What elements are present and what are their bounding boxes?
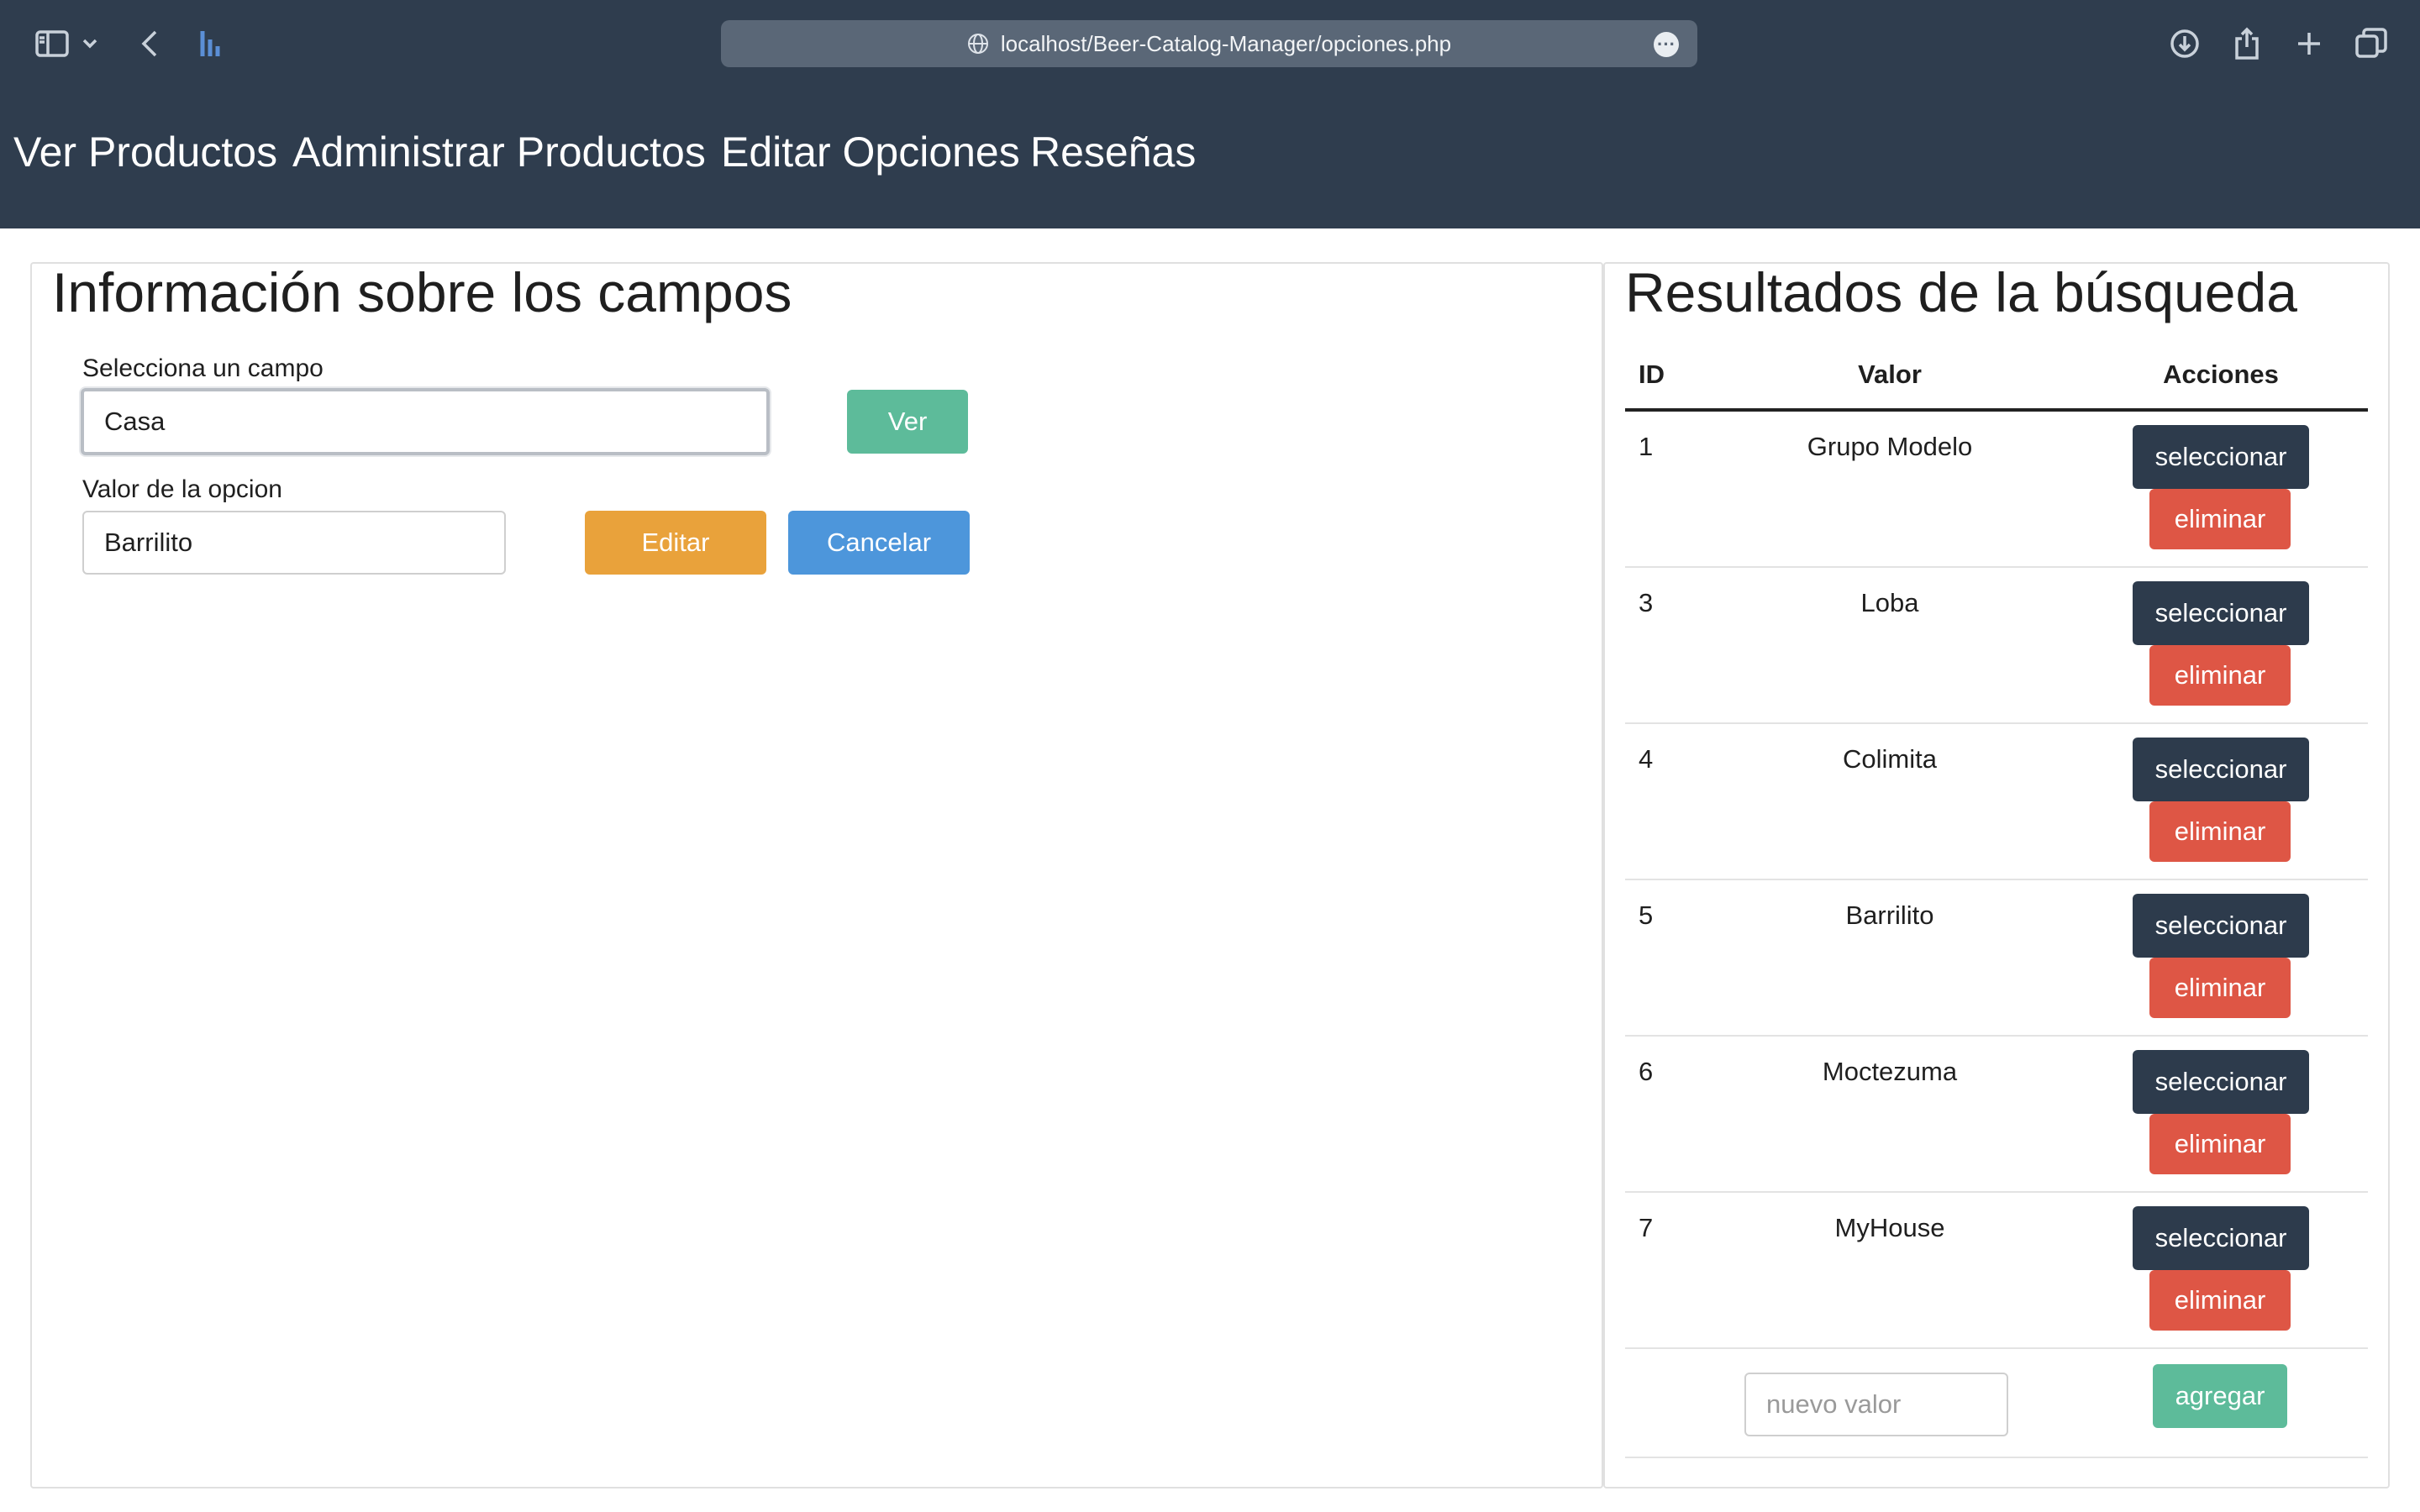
nav-resenas[interactable]: Reseñas <box>1030 128 1196 176</box>
site-navbar: Ver Productos Administrar Productos Edit… <box>0 87 2420 228</box>
tabs-overview-icon[interactable] <box>2353 25 2390 62</box>
delete-button[interactable]: eliminar <box>2149 958 2291 1018</box>
url-text: localhost/Beer-Catalog-Manager/opciones.… <box>1000 30 1452 56</box>
select-button[interactable]: seleccionar <box>2133 1050 2309 1114</box>
edit-button[interactable]: Editar <box>585 511 766 575</box>
add-row: nuevo valor agregar <box>1625 1349 2368 1458</box>
select-button[interactable]: seleccionar <box>2133 894 2309 958</box>
option-value-label: Valor de la opcion <box>82 475 282 503</box>
row-id: 6 <box>1639 1057 1654 1086</box>
fields-info-title: Información sobre los campos <box>52 261 792 323</box>
ver-button[interactable]: Ver <box>847 390 968 454</box>
row-id: 7 <box>1639 1213 1654 1242</box>
nav-editar-opciones[interactable]: Editar Opciones <box>721 128 1020 176</box>
delete-button[interactable]: eliminar <box>2149 1270 2291 1331</box>
field-select[interactable]: Casa <box>81 388 770 455</box>
select-button[interactable]: seleccionar <box>2133 425 2309 489</box>
column-acciones: Acciones <box>2163 360 2279 389</box>
new-value-input[interactable]: nuevo valor <box>1744 1373 2008 1436</box>
select-field-label: Selecciona un campo <box>82 354 324 382</box>
nav-ver-productos[interactable]: Ver Productos <box>13 128 277 176</box>
row-value: Grupo Modelo <box>1807 432 1973 461</box>
more-icon[interactable]: ··· <box>1654 32 1679 57</box>
select-button[interactable]: seleccionar <box>2133 581 2309 645</box>
results-table-header: ID Valor Acciones <box>1625 344 2368 412</box>
option-value-input[interactable]: Barrilito <box>82 511 506 575</box>
nav-administrar-productos[interactable]: Administrar Productos <box>292 128 706 176</box>
new-tab-icon[interactable] <box>2291 25 2328 62</box>
address-bar[interactable]: localhost/Beer-Catalog-Manager/opciones.… <box>721 20 1697 67</box>
delete-button[interactable]: eliminar <box>2149 645 2291 706</box>
add-button[interactable]: agregar <box>2153 1364 2287 1428</box>
row-id: 3 <box>1639 588 1654 617</box>
delete-button[interactable]: eliminar <box>2149 1114 2291 1174</box>
row-id: 1 <box>1639 432 1654 461</box>
share-icon[interactable] <box>2228 25 2265 62</box>
row-value: Barrilito <box>1845 900 1934 930</box>
table-row: 3 Loba seleccionar eliminar <box>1625 568 2368 724</box>
cancel-button[interactable]: Cancelar <box>788 511 970 575</box>
row-value: Moctezuma <box>1822 1057 1958 1086</box>
row-id: 4 <box>1639 744 1654 774</box>
row-value: Colimita <box>1843 744 1937 774</box>
extension-icon[interactable] <box>192 25 229 62</box>
row-id: 5 <box>1639 900 1654 930</box>
select-button[interactable]: seleccionar <box>2133 1206 2309 1270</box>
back-icon[interactable] <box>131 25 168 62</box>
row-value: MyHouse <box>1834 1213 1945 1242</box>
table-row: 5 Barrilito seleccionar eliminar <box>1625 880 2368 1037</box>
sidebar-toggle-icon[interactable] <box>34 25 71 62</box>
table-row: 7 MyHouse seleccionar eliminar <box>1625 1193 2368 1349</box>
delete-button[interactable]: eliminar <box>2149 489 2291 549</box>
browser-toolbar: localhost/Beer-Catalog-Manager/opciones.… <box>0 0 2420 87</box>
table-row: 1 Grupo Modelo seleccionar eliminar <box>1625 412 2368 568</box>
delete-button[interactable]: eliminar <box>2149 801 2291 862</box>
column-valor: Valor <box>1858 360 1922 389</box>
table-row: 6 Moctezuma seleccionar eliminar <box>1625 1037 2368 1193</box>
column-id: ID <box>1639 360 1665 389</box>
chevron-down-icon[interactable] <box>77 25 103 62</box>
search-results-title: Resultados de la búsqueda <box>1625 261 2297 323</box>
row-value: Loba <box>1860 588 1919 617</box>
select-button[interactable]: seleccionar <box>2133 738 2309 801</box>
table-row: 4 Colimita seleccionar eliminar <box>1625 724 2368 880</box>
download-icon[interactable] <box>2166 25 2203 62</box>
globe-icon <box>967 33 989 55</box>
